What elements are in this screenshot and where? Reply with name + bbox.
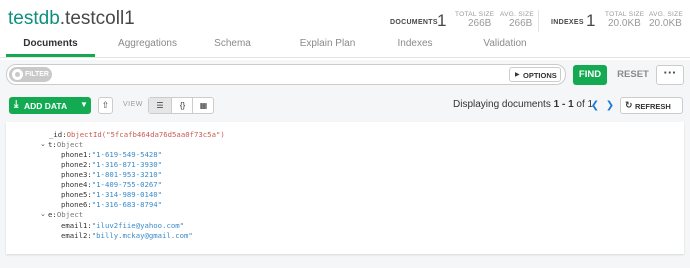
tab-indexes[interactable]: Indexes — [385, 38, 445, 49]
range-sep: - — [559, 99, 569, 110]
options-label: OPTIONS — [523, 71, 557, 80]
field-email1: email1:"iluv2fiie@yahoo.com" — [61, 221, 185, 230]
field-phone5: phone5:"1-314-989-0140" — [61, 190, 163, 199]
add-data-label: ADD DATA — [24, 101, 68, 111]
objectid-value: ObjectId("5fcafb464da76d5aa0f73c5a") — [66, 130, 225, 139]
documents-stat-label: DOCUMENTS — [390, 19, 438, 26]
field-phone2: phone2:"1-316-871-3930" — [61, 160, 163, 169]
options-button[interactable]: ▶ OPTIONS — [509, 67, 561, 82]
field-type: Object — [56, 210, 84, 219]
field-phone4: phone4:"1-409-755-0267" — [61, 180, 163, 189]
field-phone6: phone6:"1-316-683-8794" — [61, 200, 163, 209]
field-phone3: phone3:"1-801-953-3210" — [61, 170, 163, 179]
filter-bar[interactable]: FILTER ▶ OPTIONS — [6, 64, 566, 85]
collection-name: testcoll1 — [65, 8, 135, 29]
field-phone1: phone1:"1-619-549-5428" — [61, 150, 163, 159]
database-name[interactable]: testdb — [8, 8, 60, 29]
tab-documents[interactable]: Documents — [10, 38, 91, 49]
doc-total-size-label: TOTAL SIZE — [455, 11, 495, 18]
expand-e-icon[interactable]: ⌄ — [40, 210, 46, 218]
displaying-prefix: Displaying documents — [453, 99, 554, 110]
export-icon: ⇧ — [101, 100, 110, 110]
export-button[interactable]: ⇧ — [98, 97, 113, 114]
tab-border — [0, 57, 690, 58]
idx-total-size-label: TOTAL SIZE — [605, 11, 645, 18]
braces-icon: {} — [179, 101, 186, 110]
expand-t-icon[interactable]: ⌄ — [40, 140, 46, 148]
stats-divider — [538, 10, 539, 32]
indexes-count: 1 — [586, 11, 596, 30]
prev-page-button[interactable]: ❮ — [588, 97, 602, 114]
field-email2: email2:"billy.mckay@gmail.com" — [61, 231, 193, 240]
caret-down-icon: ▼ — [80, 100, 88, 109]
tab-explain-plan[interactable]: Explain Plan — [290, 38, 365, 49]
tab-schema[interactable]: Schema — [200, 38, 265, 49]
chevron-right-icon: ❯ — [605, 100, 615, 111]
tab-validation[interactable]: Validation — [474, 38, 536, 49]
list-view-button[interactable]: ☰ — [149, 98, 171, 113]
refresh-label: REFRESH — [635, 102, 671, 111]
next-page-button[interactable]: ❯ — [603, 97, 617, 114]
documents-count: 1 — [437, 11, 447, 30]
view-label: VIEW — [123, 101, 143, 108]
filter-pill-label: FILTER — [25, 71, 49, 78]
field-type: Object — [56, 140, 84, 149]
document-card[interactable]: _id:ObjectId("5fcafb464da76d5aa0f73c5a")… — [6, 122, 684, 254]
idx-avg-size-label: AVG. SIZE — [649, 11, 684, 18]
field-t: t:Object — [48, 140, 84, 149]
idx-avg-size: 20.0KB — [649, 18, 682, 29]
add-data-button[interactable]: ⤓ ADD DATA ▼ — [9, 97, 91, 114]
caret-right-icon: ▶ — [515, 72, 520, 78]
collection-tabs: Documents Aggregations Schema Explain Pl… — [0, 36, 690, 58]
table-icon: ▦ — [199, 101, 208, 110]
field-id: _id:ObjectId("5fcafb464da76d5aa0f73c5a") — [49, 130, 225, 139]
filter-pill[interactable]: FILTER — [9, 67, 52, 82]
field-key: _id — [49, 130, 63, 139]
refresh-button[interactable]: ↻ REFRESH — [620, 97, 683, 114]
tab-aggregations[interactable]: Aggregations — [105, 38, 190, 49]
header-bar: testdb.testcoll1 DOCUMENTS 1 TOTAL SIZE … — [0, 0, 690, 60]
more-options-button[interactable]: ··· — [656, 65, 684, 85]
view-toggle-group: ☰ {} ▦ — [148, 97, 214, 114]
list-icon: ☰ — [156, 101, 164, 110]
indexes-stat-label: INDEXES — [551, 19, 584, 26]
filter-icon — [12, 69, 23, 80]
table-view-button[interactable]: ▦ — [192, 98, 214, 113]
download-icon: ⤓ — [14, 99, 19, 110]
idx-total-size: 20.0KB — [608, 18, 641, 29]
reset-button[interactable]: RESET — [613, 65, 653, 85]
chevron-left-icon: ❮ — [590, 100, 600, 111]
field-e: e:Object — [48, 210, 84, 219]
refresh-icon: ↻ — [625, 100, 633, 110]
of-text: of — [573, 99, 588, 110]
pagination-summary: Displaying documents 1 - 1 of 1 — [453, 99, 593, 110]
find-button[interactable]: FIND — [573, 65, 607, 85]
json-view-button[interactable]: {} — [171, 98, 193, 113]
doc-avg-size-label: AVG. SIZE — [500, 11, 535, 18]
namespace-title: testdb.testcoll1 — [8, 8, 135, 30]
doc-total-size: 266B — [468, 18, 492, 29]
doc-avg-size: 266B — [509, 18, 533, 29]
